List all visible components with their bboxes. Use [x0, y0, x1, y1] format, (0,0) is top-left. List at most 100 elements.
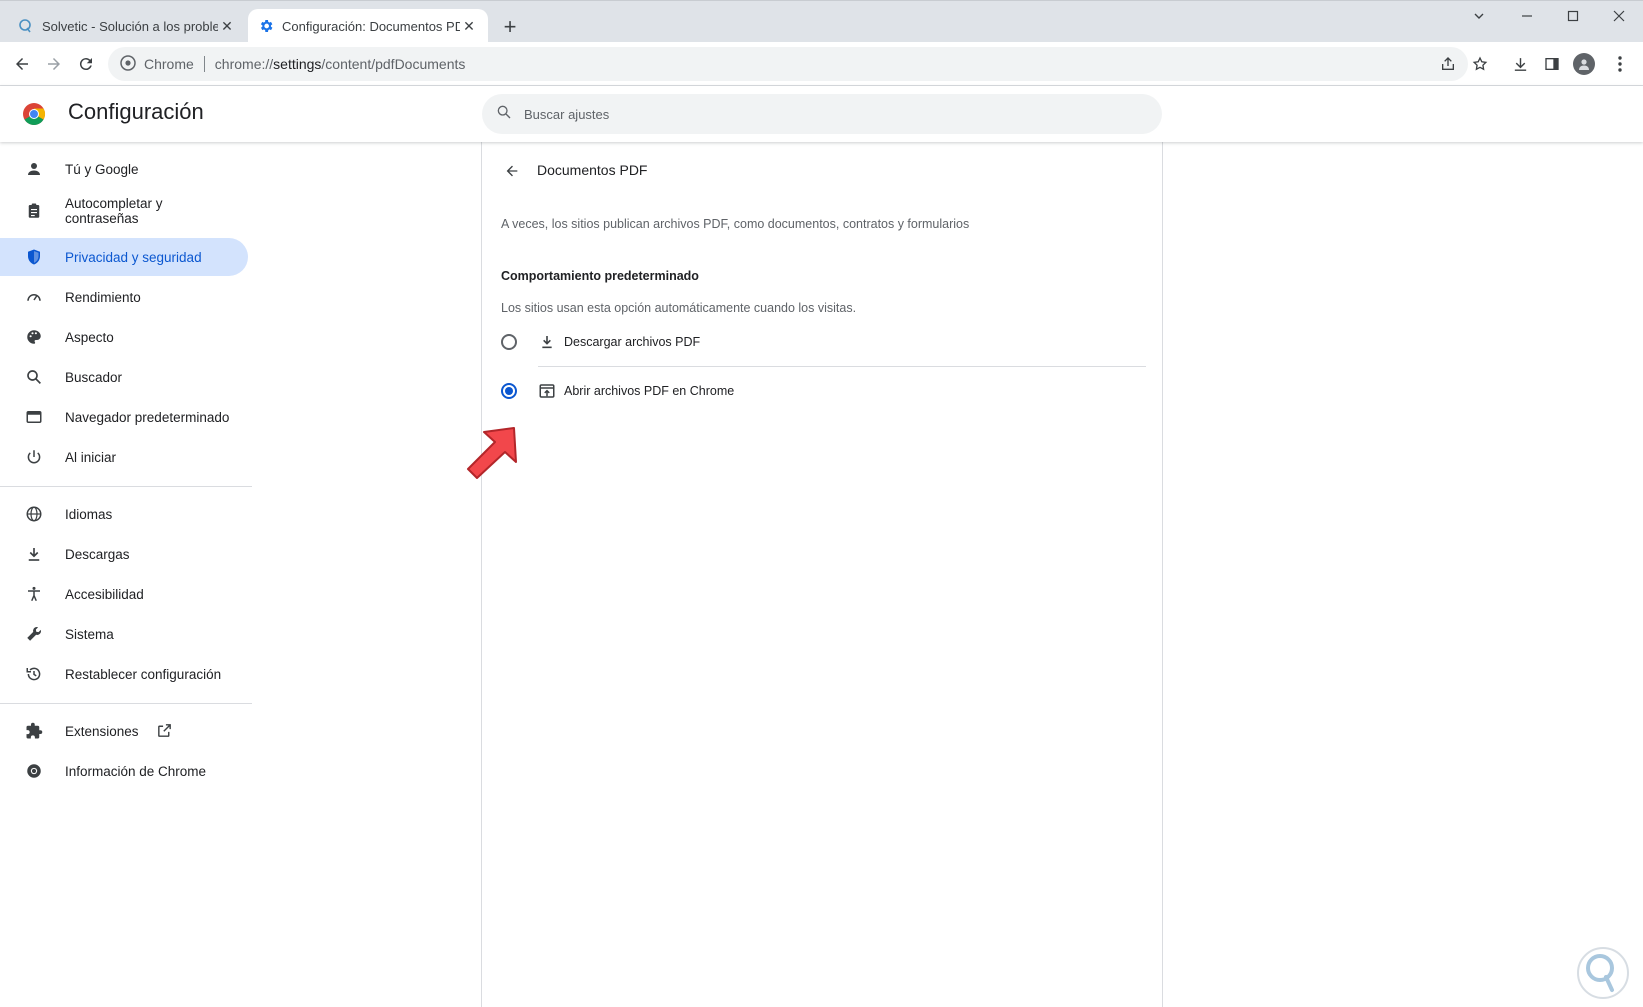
chrome-logo-icon — [22, 102, 46, 126]
sidebar-item-label: Privacidad y seguridad — [65, 249, 202, 265]
back-button[interactable] — [498, 157, 526, 185]
sidebar-item-restablecer[interactable]: Restablecer configuración — [0, 655, 248, 693]
settings-header: Configuración — [0, 86, 1643, 142]
radio-option-download[interactable]: Descargar archivos PDF — [482, 320, 1164, 364]
person-icon — [24, 159, 44, 179]
sidebar-divider — [0, 486, 252, 487]
radio-label: Descargar archivos PDF — [564, 335, 701, 349]
back-arrow-icon — [506, 165, 518, 177]
chrome-icon — [24, 761, 44, 781]
close-window-icon[interactable] — [1596, 1, 1642, 31]
tab-strip: Solvetic - Solución a los problemas ✕ Co… — [0, 0, 1643, 43]
sidebar-item-label: Sistema — [65, 626, 114, 642]
search-input[interactable] — [524, 106, 1124, 122]
url-host: settings — [273, 56, 322, 72]
shield-icon — [24, 247, 44, 267]
new-tab-button[interactable]: + — [498, 14, 522, 39]
profile-avatar[interactable] — [1570, 50, 1598, 78]
puzzle-icon — [24, 721, 44, 741]
annotation-arrow-icon — [464, 424, 522, 482]
radio-option-open-in-chrome[interactable]: Abrir archivos PDF en Chrome — [482, 369, 1164, 413]
bookmark-star-icon[interactable] — [1466, 50, 1494, 78]
maximize-icon[interactable] — [1550, 1, 1596, 31]
downloads-icon[interactable] — [1506, 50, 1534, 78]
sidebar-item-label: Extensiones — [65, 723, 139, 739]
subpage-title: Documentos PDF — [537, 162, 648, 178]
sidebar-item-sistema[interactable]: Sistema — [0, 615, 248, 653]
sidebar-item-label: Al iniciar — [65, 449, 117, 465]
reload-icon[interactable] — [72, 50, 100, 78]
settings-search[interactable] — [482, 94, 1162, 134]
radio-button-selected[interactable] — [501, 383, 517, 399]
avatar — [1573, 53, 1595, 75]
forward-arrow-icon[interactable] — [40, 50, 68, 78]
sidebar-item-navegador[interactable]: Navegador predeterminado — [0, 398, 248, 436]
download-icon — [24, 544, 44, 564]
sidebar-divider — [0, 703, 252, 704]
sidebar-item-accesibilidad[interactable]: Accesibilidad — [0, 575, 248, 613]
solvetic-watermark-icon — [1576, 946, 1630, 1000]
radio-label: Abrir archivos PDF en Chrome — [564, 384, 735, 398]
sidebar-item-buscador[interactable]: Buscador — [0, 358, 248, 396]
palette-icon — [24, 327, 44, 347]
close-icon[interactable]: ✕ — [460, 17, 478, 35]
address-bar[interactable]: Chrome chrome://settings/content/pdfDocu… — [108, 47, 1468, 81]
url-path: /content/pdfDocuments — [321, 56, 466, 72]
sidebar-item-al-iniciar[interactable]: Al iniciar — [0, 438, 248, 476]
section-heading: Comportamiento predeterminado — [501, 269, 699, 283]
side-panel-icon[interactable] — [1538, 50, 1566, 78]
browser-toolbar: Chrome chrome://settings/content/pdfDocu… — [0, 42, 1643, 86]
open-in-browser-icon — [538, 382, 556, 400]
close-icon[interactable]: ✕ — [218, 17, 236, 35]
download-icon — [538, 333, 556, 351]
sidebar-item-extensiones[interactable]: Extensiones — [0, 712, 248, 750]
tab-solvetic[interactable]: Solvetic - Solución a los problemas ✕ — [8, 9, 246, 43]
sidebar-item-label: Buscador — [65, 369, 123, 385]
more-menu-icon[interactable] — [1606, 50, 1634, 78]
speedometer-icon — [24, 287, 44, 307]
sidebar-item-label: Accesibilidad — [65, 586, 144, 602]
chrome-icon — [120, 54, 136, 74]
minimize-icon[interactable] — [1504, 1, 1550, 31]
site-chip: Chrome — [144, 56, 194, 72]
gear-icon — [258, 18, 274, 34]
page-title: Configuración — [68, 99, 204, 124]
page-description: A veces, los sitios publican archivos PD… — [501, 217, 970, 231]
sidebar-item-label: Autocompletar y contraseñas — [65, 196, 163, 226]
omnibox-separator — [203, 56, 205, 72]
sidebar-item-aspecto[interactable]: Aspecto — [0, 318, 248, 356]
sidebar-item-label: Información de Chrome — [65, 763, 207, 779]
option-divider — [538, 366, 1146, 367]
sidebar-item-descargas[interactable]: Descargas — [0, 535, 248, 573]
clipboard-icon — [24, 201, 44, 221]
external-link-icon — [156, 722, 174, 740]
url-prefix: chrome:// — [214, 56, 274, 72]
history-icon — [24, 664, 44, 684]
radio-button[interactable] — [501, 334, 517, 350]
tab-configuracion[interactable]: Configuración: Documentos PDF ✕ — [248, 9, 488, 43]
sidebar-item-idiomas[interactable]: Idiomas — [0, 495, 248, 533]
tab-search-icon[interactable] — [1456, 1, 1502, 31]
tab-title: Solvetic - Solución a los problemas — [42, 18, 218, 34]
settings-card: Documentos PDF A veces, los sitios publi… — [481, 142, 1163, 1007]
power-icon — [24, 447, 44, 467]
sidebar-item-rendimiento[interactable]: Rendimiento — [0, 278, 248, 316]
sidebar-item-label: Tú y Google — [65, 161, 139, 177]
section-subtitle: Los sitios usan esta opción automáticame… — [501, 301, 857, 315]
browser-icon — [24, 407, 44, 427]
sidebar-item-informacion[interactable]: Información de Chrome — [0, 752, 248, 790]
tab-title: Configuración: Documentos PDF — [282, 18, 460, 34]
wrench-icon — [24, 624, 44, 644]
accessibility-icon — [24, 584, 44, 604]
back-arrow-icon[interactable] — [8, 50, 36, 78]
sidebar-item-autocompletar[interactable]: Autocompletar y contraseñas — [0, 188, 248, 234]
sidebar-item-label: Restablecer configuración — [65, 666, 222, 682]
solvetic-favicon-icon — [18, 18, 34, 34]
settings-sidebar: Tú y Google Autocompletar y contraseñas … — [0, 142, 252, 1007]
sidebar-item-label: Descargas — [65, 546, 130, 562]
share-icon[interactable] — [1434, 50, 1462, 78]
search-icon — [496, 104, 512, 125]
sidebar-item-privacidad[interactable]: Privacidad y seguridad — [0, 238, 248, 276]
globe-icon — [24, 504, 44, 524]
sidebar-item-tu-y-google[interactable]: Tú y Google — [0, 150, 248, 188]
